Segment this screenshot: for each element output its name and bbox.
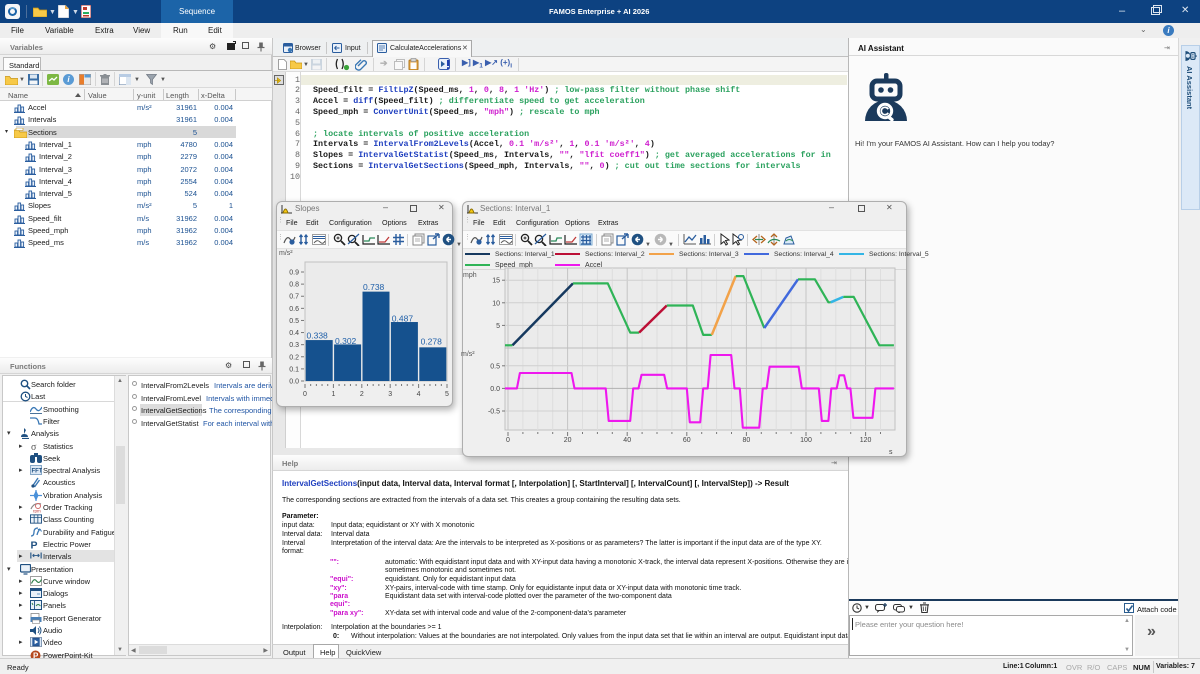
svg-text:0.4: 0.4 [289,330,299,337]
svg-text:0.302: 0.302 [335,336,357,346]
svg-text:0.487: 0.487 [392,313,414,323]
svg-text:0.8: 0.8 [289,282,299,289]
svg-text:120: 120 [860,437,872,444]
svg-text:0.9: 0.9 [289,270,299,277]
svg-text:0.0: 0.0 [289,379,299,386]
svg-text:0.338: 0.338 [307,331,329,341]
svg-text:0.7: 0.7 [289,294,299,301]
svg-text:0.0: 0.0 [490,386,500,393]
svg-text:0.5: 0.5 [490,363,500,370]
svg-text:0: 0 [506,437,510,444]
svg-text:P: P [31,539,38,550]
svg-text:60: 60 [683,437,691,444]
svg-text:0.6: 0.6 [289,306,299,313]
svg-text:0.278: 0.278 [421,336,443,346]
svg-text:4: 4 [417,391,421,398]
svg-text:3: 3 [388,391,392,398]
svg-text:0.1: 0.1 [289,366,299,373]
svg-text:40: 40 [623,437,631,444]
svg-text:-0.5: -0.5 [488,409,500,416]
svg-text:1: 1 [331,391,335,398]
svg-text:80: 80 [743,437,751,444]
svg-text:FFT: FFT [32,469,43,475]
svg-text:15: 15 [492,278,500,285]
svg-text:20: 20 [564,437,572,444]
svg-text:5: 5 [445,391,449,398]
svg-text:0.2: 0.2 [289,354,299,361]
svg-text:σ: σ [31,442,37,451]
svg-text:100: 100 [800,437,812,444]
svg-text:s: s [889,449,893,454]
svg-text:2: 2 [360,391,364,398]
svg-text:0.5: 0.5 [289,318,299,325]
svg-text:10: 10 [492,300,500,307]
svg-text:0.3: 0.3 [289,342,299,349]
svg-text:5: 5 [496,323,500,330]
svg-text:0.738: 0.738 [363,282,385,292]
svg-text:0: 0 [303,391,307,398]
